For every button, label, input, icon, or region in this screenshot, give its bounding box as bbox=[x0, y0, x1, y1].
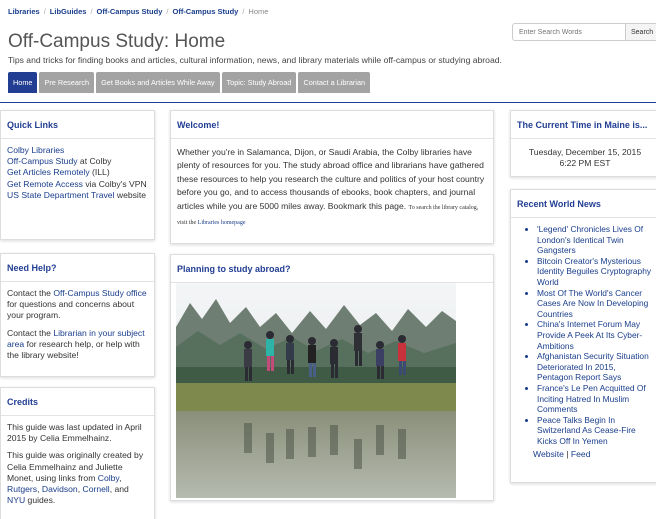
need-help-title: Need Help? bbox=[1, 254, 154, 282]
search-button[interactable]: Search bbox=[626, 23, 656, 41]
tab-get-books-articles[interactable]: Get Books and Articles While Away bbox=[96, 72, 220, 93]
quick-links-list: Colby Libraries Off-Campus Study at Colb… bbox=[1, 139, 154, 207]
current-time-body: Tuesday, December 15, 2015 6:22 PM EST bbox=[511, 139, 656, 175]
text: for questions and concerns about your pr… bbox=[7, 299, 135, 321]
quick-link-item: Colby Libraries bbox=[7, 145, 148, 156]
search-input[interactable] bbox=[512, 23, 626, 41]
welcome-body: Whether you're in Salamanca, Dijon, or S… bbox=[171, 139, 493, 237]
libraries-homepage-link[interactable]: Libraries homepage bbox=[198, 220, 246, 226]
news-item[interactable]: Afghanistan Security Situation Deteriora… bbox=[537, 351, 653, 383]
feed-links: Website | Feed bbox=[533, 449, 653, 460]
credits-title: Credits bbox=[1, 388, 154, 416]
text: , and bbox=[109, 484, 129, 495]
page-description: Tips and tricks for finding books and ar… bbox=[8, 55, 502, 65]
text: guides. bbox=[25, 495, 56, 506]
quick-link-item: Off-Campus Study at Colby bbox=[7, 156, 148, 167]
news-item[interactable]: Bitcoin Creator's Mysterious Identity Be… bbox=[537, 256, 653, 288]
need-help-body: Contact the Off-Campus Study office for … bbox=[1, 282, 154, 367]
off-campus-study-link[interactable]: Off-Campus Study bbox=[7, 156, 78, 166]
text: This guide was originally created by Cel… bbox=[7, 450, 144, 483]
breadcrumb-off-campus-study[interactable]: Off-Campus Study bbox=[97, 7, 163, 16]
breadcrumb-separator: / bbox=[43, 7, 46, 16]
get-articles-remotely-link[interactable]: Get Articles Remotely bbox=[7, 167, 90, 177]
tab-pre-research[interactable]: Pre Research bbox=[39, 72, 95, 93]
text: Contact the bbox=[7, 327, 54, 338]
quick-links-title: Quick Links bbox=[1, 111, 154, 139]
study-abroad-photo-image bbox=[176, 283, 456, 498]
world-news-box: Recent World News 'Legend' Chronicles Li… bbox=[510, 189, 656, 483]
quick-link-item: Get Remote Access via Colby's VPN bbox=[7, 179, 148, 190]
breadcrumb-libraries[interactable]: Libraries bbox=[8, 7, 40, 16]
breadcrumb-separator: / bbox=[166, 7, 169, 16]
need-help-paragraph: Contact the Off-Campus Study office for … bbox=[7, 288, 148, 322]
news-list: 'Legend' Chronicles Lives Of London's Id… bbox=[537, 224, 653, 446]
text: for research help, or help with the libr… bbox=[7, 338, 140, 361]
rutgers-link[interactable]: Rutgers bbox=[7, 484, 37, 494]
quick-links-box: Quick Links Colby Libraries Off-Campus S… bbox=[0, 110, 155, 240]
need-help-paragraph: Contact the Librarian in your subject ar… bbox=[7, 328, 148, 362]
breadcrumb-separator: / bbox=[90, 7, 93, 16]
news-item[interactable]: China's Internet Forum May Provide A Pee… bbox=[537, 319, 653, 351]
planning-box: Planning to study abroad? bbox=[170, 254, 494, 501]
guide-tabs: Home Pre Research Get Books and Articles… bbox=[8, 72, 372, 93]
tabs-divider bbox=[0, 102, 656, 103]
current-time: 6:22 PM EST bbox=[559, 158, 611, 169]
news-feed-link[interactable]: Feed bbox=[571, 449, 591, 459]
off-campus-office-link[interactable]: Off-Campus Study office bbox=[53, 288, 146, 298]
news-website-link[interactable]: Website bbox=[533, 449, 564, 459]
text: Contact the bbox=[7, 288, 54, 298]
colby-link[interactable]: Colby bbox=[98, 473, 119, 483]
tab-contact-librarian[interactable]: Contact a Librarian bbox=[298, 72, 371, 93]
text: , bbox=[119, 472, 122, 483]
news-item[interactable]: 'Legend' Chronicles Lives Of London's Id… bbox=[537, 224, 653, 256]
welcome-box: Welcome! Whether you're in Salamanca, Di… bbox=[170, 110, 494, 244]
news-item[interactable]: Peace Talks Begin In Switzerland As Ceas… bbox=[537, 415, 653, 447]
quick-link-note: at Colby bbox=[77, 156, 112, 167]
current-date: Tuesday, December 15, 2015 bbox=[528, 147, 642, 157]
get-remote-access-link[interactable]: Get Remote Access bbox=[7, 179, 83, 189]
welcome-title: Welcome! bbox=[171, 111, 493, 139]
cornell-link[interactable]: Cornell bbox=[82, 484, 109, 494]
quick-link-note: website bbox=[114, 189, 146, 200]
credits-body: This guide was last updated in April 201… bbox=[1, 416, 154, 512]
breadcrumb-separator: / bbox=[242, 7, 245, 16]
tab-study-abroad[interactable]: Topic: Study Abroad bbox=[221, 72, 297, 93]
current-time-box: The Current Time in Maine is... Tuesday,… bbox=[510, 110, 656, 177]
world-news-body: 'Legend' Chronicles Lives Of London's Id… bbox=[511, 218, 656, 467]
nyu-link[interactable]: NYU bbox=[7, 495, 25, 505]
feed-divider: | bbox=[563, 449, 571, 460]
page-title: Off-Campus Study: Home bbox=[8, 31, 226, 52]
welcome-text: Whether you're in Salamanca, Dijon, or S… bbox=[177, 147, 485, 211]
quick-link-note: (ILL) bbox=[89, 167, 110, 178]
world-news-title: Recent World News bbox=[511, 190, 656, 218]
breadcrumb-libguides[interactable]: LibGuides bbox=[50, 7, 87, 16]
state-department-travel-link[interactable]: US State Department Travel bbox=[7, 190, 114, 200]
text: , bbox=[77, 484, 81, 495]
quick-link-note: via Colby's VPN bbox=[82, 178, 147, 189]
breadcrumb-off-campus-study-guide[interactable]: Off-Campus Study bbox=[172, 7, 238, 16]
credits-updated: This guide was last updated in April 201… bbox=[7, 422, 142, 444]
davidson-link[interactable]: Davidson bbox=[42, 484, 78, 494]
credits-origin: This guide was originally created by Cel… bbox=[7, 450, 148, 506]
colby-libraries-link[interactable]: Colby Libraries bbox=[7, 145, 64, 155]
news-item[interactable]: Most Of The World's Cancer Cases Are Now… bbox=[537, 288, 653, 320]
planning-title: Planning to study abroad? bbox=[171, 255, 493, 283]
breadcrumb: Libraries / LibGuides / Off-Campus Study / Off… bbox=[8, 7, 268, 16]
tab-home[interactable]: Home bbox=[8, 72, 38, 93]
quick-link-item: Get Articles Remotely (ILL) bbox=[7, 167, 148, 178]
breadcrumb-current: Home bbox=[248, 7, 269, 16]
text: , bbox=[37, 484, 40, 495]
current-time-title: The Current Time in Maine is... bbox=[511, 111, 656, 139]
need-help-box: Need Help? Contact the Off-Campus Study … bbox=[0, 253, 155, 377]
quick-link-item: US State Department Travel website bbox=[7, 190, 148, 201]
news-item[interactable]: France's Le Pen Acquitted Of Inciting Ha… bbox=[537, 383, 653, 415]
credits-box: Credits This guide was last updated in A… bbox=[0, 387, 155, 519]
study-abroad-photo bbox=[176, 283, 456, 498]
search-form: Search bbox=[512, 23, 656, 41]
